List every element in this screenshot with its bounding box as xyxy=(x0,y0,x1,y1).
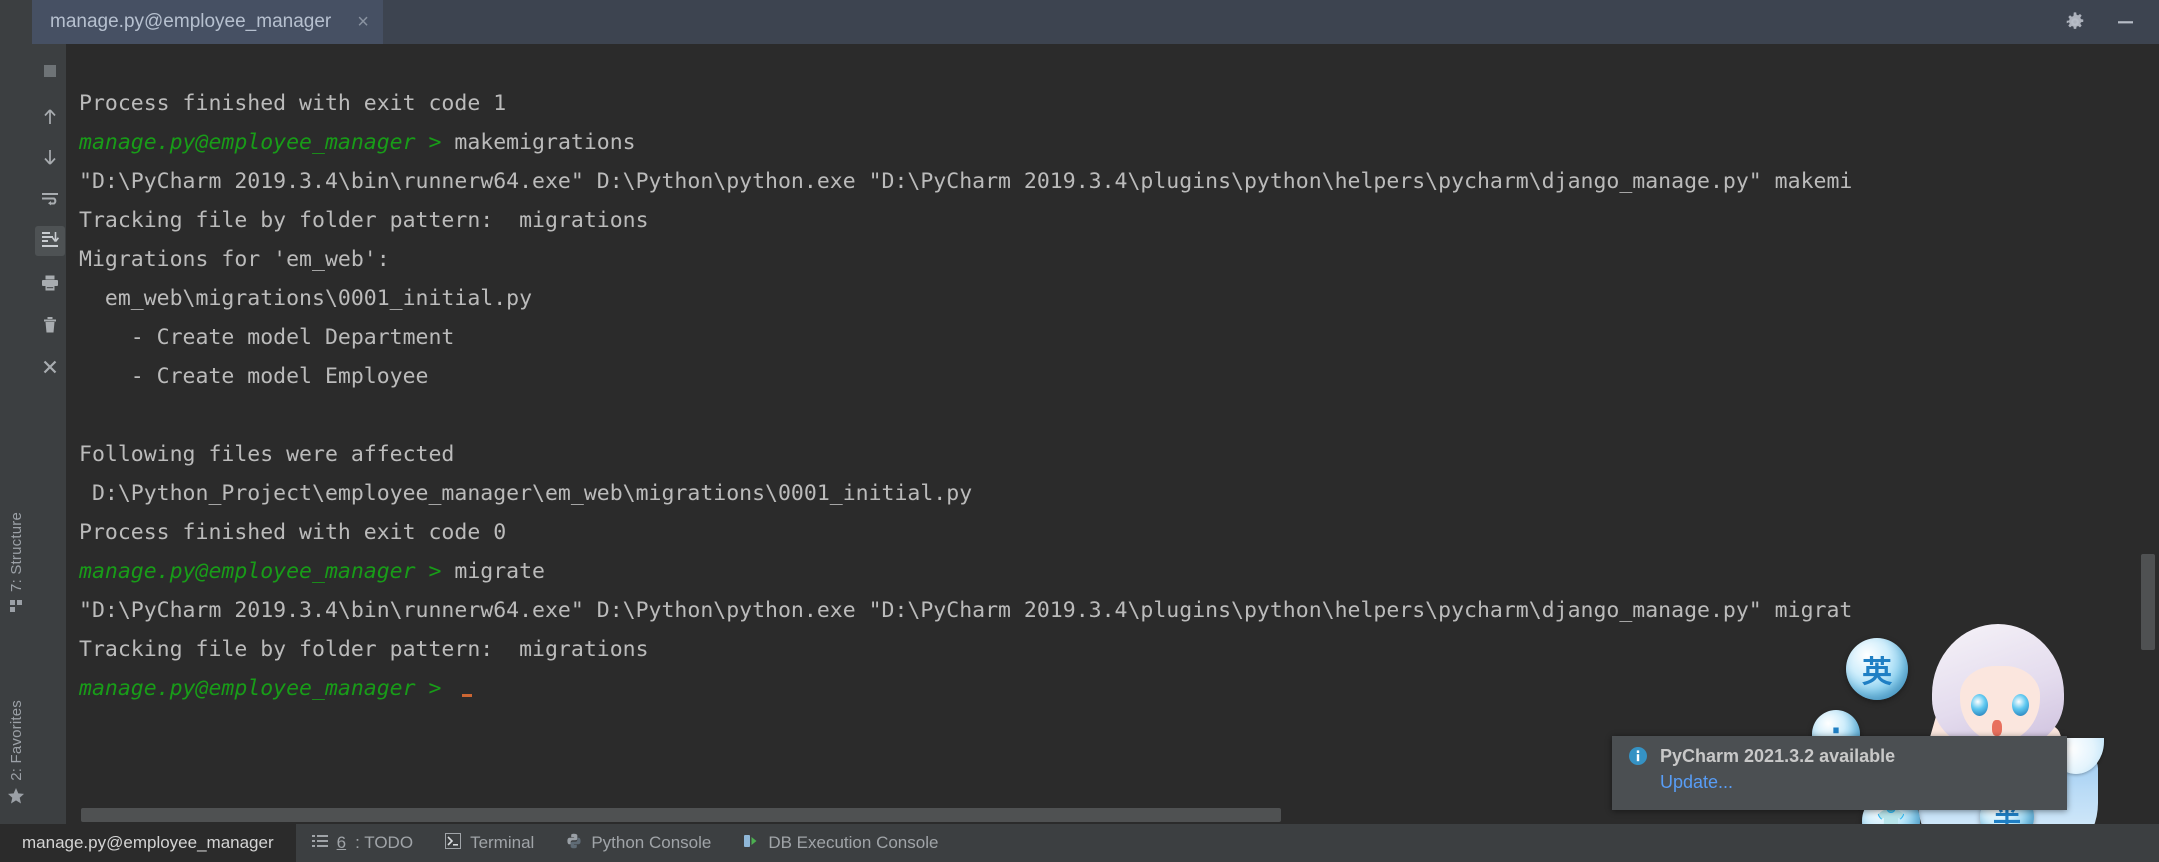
console-text: - Create model Employee xyxy=(79,364,429,389)
console-line: Process finished with exit code 1 xyxy=(79,84,2159,123)
sidebar-item-label: 7: Structure xyxy=(7,512,25,592)
run-configuration-tab-label: manage.py@employee_manager xyxy=(50,11,332,32)
console-line: manage.py@employee_manager > migrate xyxy=(79,552,2159,591)
console-text: Following files were affected xyxy=(79,442,455,467)
gear-icon[interactable] xyxy=(2063,10,2087,34)
run-configuration-tab[interactable]: manage.py@employee_manager × xyxy=(32,0,383,44)
console-text: "D:\PyCharm 2019.3.4\bin\runnerw64.exe" … xyxy=(79,598,1853,623)
console-line: D:\Python_Project\employee_manager\em_we… xyxy=(79,474,2159,513)
minimize-icon[interactable] xyxy=(2113,10,2137,34)
status-tab-label: manage.py@employee_manager xyxy=(22,833,274,852)
clear-all-button[interactable] xyxy=(35,312,65,342)
console-text: Process finished with exit code 0 xyxy=(79,520,507,545)
info-icon xyxy=(1628,746,1648,771)
arrow-up-icon xyxy=(40,107,60,132)
console-line: - Create model Department xyxy=(79,318,2159,357)
status-tab-label: Terminal xyxy=(470,833,535,852)
console-prompt: manage.py@employee_manager xyxy=(79,130,416,155)
console-vertical-scrollbar[interactable] xyxy=(2141,554,2155,650)
status-tab-todo[interactable]: 6 : TODO xyxy=(296,824,429,862)
console-line: Migrations for 'em_web': xyxy=(79,240,2159,279)
sidebar-item-label: 2: Favorites xyxy=(7,700,25,781)
todo-list-icon xyxy=(311,833,328,854)
console-prompt-arrow: > xyxy=(415,559,455,584)
console-line: "D:\PyCharm 2019.3.4\bin\runnerw64.exe" … xyxy=(79,591,2159,630)
status-tab-terminal[interactable]: Terminal xyxy=(429,824,550,862)
console-text: Process finished with exit code 1 xyxy=(79,91,507,116)
trash-icon xyxy=(40,315,60,340)
sidebar-item-structure[interactable]: 7: Structure xyxy=(0,512,32,618)
console-text: - Create model Department xyxy=(79,325,455,350)
soft-wrap-button[interactable] xyxy=(35,186,65,216)
print-button[interactable] xyxy=(35,270,65,300)
soft-wrap-icon xyxy=(40,189,60,214)
console-text: Tracking file by folder pattern: migrati… xyxy=(79,208,649,233)
console-prompt: manage.py@employee_manager xyxy=(79,676,416,701)
console-line: em_web\migrations\0001_initial.py xyxy=(79,279,2159,318)
notification-update-link[interactable]: Update... xyxy=(1660,772,1895,793)
console-text: D:\Python_Project\employee_manager\em_we… xyxy=(79,481,973,506)
close-icon[interactable]: × xyxy=(357,12,369,32)
status-tab-db-execution-console[interactable]: DB Execution Console xyxy=(727,824,954,862)
window-controls xyxy=(2063,0,2159,44)
notification-title: PyCharm 2021.3.2 available xyxy=(1660,746,1896,766)
star-icon xyxy=(7,787,25,810)
console-prompt-arrow: > xyxy=(415,676,455,701)
console-line: "D:\PyCharm 2019.3.4\bin\runnerw64.exe" … xyxy=(79,162,2159,201)
arrow-down-icon xyxy=(40,147,60,172)
status-tab-label: DB Execution Console xyxy=(768,833,939,852)
console-command: migrate xyxy=(454,559,545,584)
console-prompt: manage.py@employee_manager xyxy=(79,559,416,584)
status-tab-python-console[interactable]: Python Console xyxy=(550,824,727,862)
run-tool-titlebar: manage.py@employee_manager × xyxy=(32,0,2159,44)
close-run-tab-button[interactable] xyxy=(35,354,65,384)
printer-icon xyxy=(40,273,60,298)
console-text: em_web\migrations\0001_initial.py xyxy=(79,286,533,311)
scroll-to-end-button[interactable] xyxy=(35,226,65,256)
stop-button[interactable] xyxy=(35,58,65,88)
up-the-stack-button[interactable] xyxy=(35,104,65,134)
console-line: manage.py@employee_manager > xyxy=(79,669,2159,708)
console-text: Migrations for 'em_web': xyxy=(79,247,390,272)
close-x-icon xyxy=(40,357,60,382)
scroll-to-end-icon xyxy=(40,229,60,254)
console-line: - Create model Employee xyxy=(79,357,2159,396)
pycharm-run-window: 7: Structure 2: Favorites manage.py@empl… xyxy=(0,0,2159,862)
console-caret xyxy=(462,694,473,697)
console-text: "D:\PyCharm 2019.3.4\bin\runnerw64.exe" … xyxy=(79,169,1853,194)
python-icon xyxy=(566,833,582,854)
console-line: Tracking file by folder pattern: migrati… xyxy=(79,630,2159,669)
status-tab-run[interactable]: manage.py@employee_manager xyxy=(0,824,296,862)
structure-icon xyxy=(9,598,24,618)
status-tab-label: : TODO xyxy=(355,833,414,852)
db-console-icon xyxy=(743,833,759,854)
console-line: Tracking file by folder pattern: migrati… xyxy=(79,201,2159,240)
status-tab-mnemonic: 6 xyxy=(336,833,347,852)
down-the-stack-button[interactable] xyxy=(35,144,65,174)
console-line xyxy=(79,396,2159,435)
stop-square-icon xyxy=(41,62,59,85)
console-text: Tracking file by folder pattern: migrati… xyxy=(79,637,649,662)
console-command: makemigrations xyxy=(454,130,636,155)
console-line: Following files were affected xyxy=(79,435,2159,474)
console-horizontal-scrollbar-thumb[interactable] xyxy=(81,808,1281,822)
status-bar: manage.py@employee_manager 6 : TODO Term… xyxy=(0,824,2159,862)
console-line: Process finished with exit code 0 xyxy=(79,513,2159,552)
console-line: manage.py@employee_manager > makemigrati… xyxy=(79,123,2159,162)
status-tab-label: Python Console xyxy=(591,833,712,852)
sidebar-item-favorites[interactable]: 2: Favorites xyxy=(0,700,32,810)
notification-balloon[interactable]: PyCharm 2021.3.2 available Update... xyxy=(1612,736,2067,810)
left-tool-window-bar: 7: Structure 2: Favorites xyxy=(0,0,33,862)
terminal-icon xyxy=(445,832,462,854)
console-prompt-arrow: > xyxy=(415,130,455,155)
console-output: Process finished with exit code 1 manage.… xyxy=(67,44,2159,806)
run-console[interactable]: Process finished with exit code 1 manage.… xyxy=(67,44,2159,834)
run-toolbar xyxy=(32,44,67,834)
